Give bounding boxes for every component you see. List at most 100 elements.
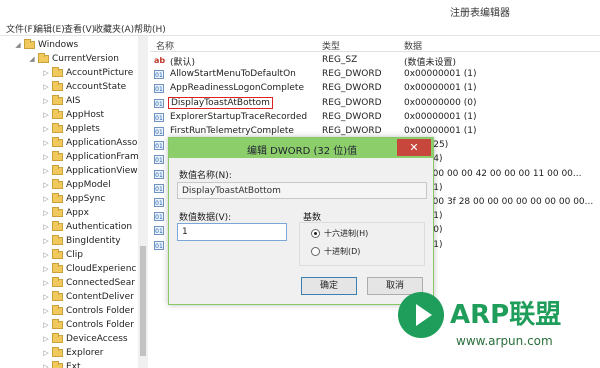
collapsed-arrow-icon[interactable]: ▷ xyxy=(42,265,50,273)
column-header-name[interactable]: 名称 xyxy=(156,39,174,52)
collapsed-arrow-icon[interactable]: ▷ xyxy=(42,69,50,77)
folder-icon xyxy=(52,291,63,301)
tree-item[interactable]: ▷ Applets xyxy=(42,122,100,136)
row-data: 0x00000001 (1) xyxy=(404,83,477,94)
tree-item-label: BingIdentity xyxy=(66,236,121,246)
collapsed-arrow-icon[interactable]: ▷ xyxy=(42,139,50,147)
list-row[interactable]: 01 AllowStartMenuToDefaultOn REG_DWORD 0x00… xyxy=(150,68,600,82)
radio-hex[interactable]: 十六进制(H) xyxy=(311,228,368,239)
ok-button[interactable]: 确定 xyxy=(301,277,357,295)
collapsed-arrow-icon[interactable]: ▷ xyxy=(42,251,50,259)
collapsed-arrow-icon[interactable]: ▷ xyxy=(42,167,50,175)
expanded-arrow-icon[interactable]: ◢ xyxy=(28,55,36,63)
collapsed-arrow-icon[interactable]: ▷ xyxy=(42,237,50,245)
collapsed-arrow-icon[interactable]: ▷ xyxy=(42,363,50,368)
registry-tree[interactable]: ◢ Windows ◢ CurrentVersion ▷ AccountPictu… xyxy=(0,36,148,368)
tree-item[interactable]: ▷ Controls Folder xyxy=(42,304,134,318)
folder-icon xyxy=(52,249,63,259)
dword-value-icon: 01 xyxy=(154,198,164,207)
tree-item-label: Authentication xyxy=(66,222,133,232)
tree-item[interactable]: ▷ BingIdentity xyxy=(42,234,121,248)
folder-icon xyxy=(52,333,63,343)
tree-item-label: DeviceAccess xyxy=(66,334,128,344)
collapsed-arrow-icon[interactable]: ▷ xyxy=(42,111,50,119)
collapsed-arrow-icon[interactable]: ▷ xyxy=(42,153,50,161)
folder-icon xyxy=(52,193,63,203)
tree-item[interactable]: ▷ AIS xyxy=(42,94,81,108)
tree-item[interactable]: ▷ ContentDeliver xyxy=(42,290,134,304)
collapsed-arrow-icon[interactable]: ▷ xyxy=(42,293,50,301)
close-button[interactable]: ✕ xyxy=(397,139,431,156)
collapsed-arrow-icon[interactable]: ▷ xyxy=(42,209,50,217)
collapsed-arrow-icon[interactable]: ▷ xyxy=(42,223,50,231)
column-header-data[interactable]: 数据 xyxy=(404,39,422,52)
radio-decimal[interactable]: 十进制(D) xyxy=(311,246,360,257)
tree-item[interactable]: ▷ CloudExperienc xyxy=(42,262,136,276)
column-header-type[interactable]: 类型 xyxy=(322,39,340,52)
tree-item[interactable]: ▷ Controls Folder xyxy=(42,318,134,332)
collapsed-arrow-icon[interactable]: ▷ xyxy=(42,307,50,315)
value-data-input[interactable]: 1 xyxy=(177,223,287,241)
tree-item[interactable]: ▷ Ext xyxy=(42,360,81,368)
dword-value-icon: 01 xyxy=(154,84,164,94)
tree-item[interactable]: ▷ Authentication xyxy=(42,220,132,234)
tree-item[interactable]: ▷ ApplicationFram xyxy=(42,150,139,164)
folder-icon xyxy=(52,165,63,175)
tree-item[interactable]: ▷ ApplicationAsso xyxy=(42,136,137,150)
list-row[interactable]: 01 ExplorerStartupTraceRecorded REG_DWORD 0… xyxy=(150,111,600,125)
row-data: 0x00000000 (0) xyxy=(404,97,477,108)
tree-item[interactable]: ▷ Appx xyxy=(42,206,89,220)
collapsed-arrow-icon[interactable]: ▷ xyxy=(42,321,50,329)
dword-value-icon: 01 xyxy=(154,183,164,193)
menu-view[interactable]: 查看(V) xyxy=(64,22,95,35)
value-name-field: DisplayToastAtBottom xyxy=(177,182,427,199)
collapsed-arrow-icon[interactable]: ▷ xyxy=(42,125,50,133)
radio-selected-icon[interactable] xyxy=(311,229,320,238)
expanded-arrow-icon[interactable]: ◢ xyxy=(14,41,22,49)
tree-item[interactable]: ▷ AppSync xyxy=(42,192,105,206)
tree-item[interactable]: ▷ AccountState xyxy=(42,80,126,94)
scrollbar-thumb[interactable] xyxy=(140,246,146,356)
menu-edit[interactable]: 编辑(E) xyxy=(34,22,65,35)
row-name: DisplayToastAtBottom xyxy=(168,96,273,109)
tree-item-currentversion[interactable]: ◢ CurrentVersion xyxy=(28,52,119,66)
collapsed-arrow-icon[interactable]: ▷ xyxy=(42,279,50,287)
tree-item[interactable]: ▷ ApplicationView xyxy=(42,164,138,178)
menu-file[interactable]: 文件(F) xyxy=(6,22,36,35)
tree-item-label: AppSync xyxy=(66,194,106,204)
tree-scrollbar[interactable] xyxy=(138,36,148,368)
list-row[interactable]: 01 AppReadinessLogonComplete REG_DWORD 0x00… xyxy=(150,82,600,96)
collapsed-arrow-icon[interactable]: ▷ xyxy=(42,335,50,343)
collapsed-arrow-icon[interactable]: ▷ xyxy=(42,349,50,357)
tree-item-windows[interactable]: ◢ Windows xyxy=(14,38,78,52)
tree-item[interactable]: ▷ AccountPicture xyxy=(42,66,133,80)
collapsed-arrow-icon[interactable]: ▷ xyxy=(42,83,50,91)
folder-icon xyxy=(52,277,63,287)
tree-item-label: ApplicationView xyxy=(66,166,138,176)
tree-item[interactable]: ▷ AppHost xyxy=(42,108,104,122)
radio-unselected-icon[interactable] xyxy=(311,247,320,256)
dword-value-icon: 01 xyxy=(154,141,164,151)
tree-item-label: Appx xyxy=(66,208,89,218)
tree-item-label: CurrentVersion xyxy=(52,54,119,64)
tree-item[interactable]: ▷ DeviceAccess xyxy=(42,332,128,346)
menu-favorites[interactable]: 收藏夹(A) xyxy=(94,22,134,35)
list-row[interactable]: ab (默认) REG_SZ (数值未设置) xyxy=(150,54,600,68)
radio-decimal-label: 十进制(D) xyxy=(324,247,361,256)
tree-item-label: ConnectedSear xyxy=(66,278,135,288)
folder-icon xyxy=(52,151,63,161)
tree-item-label: AIS xyxy=(66,96,81,106)
tree-item[interactable]: ▷ AppModel xyxy=(42,178,111,192)
list-row[interactable]: 01 DisplayToastAtBottom REG_DWORD 0x0000000… xyxy=(150,96,600,111)
collapsed-arrow-icon[interactable]: ▷ xyxy=(42,97,50,105)
collapsed-arrow-icon[interactable]: ▷ xyxy=(42,195,50,203)
value-name-label: 数值名称(N): xyxy=(179,171,232,181)
tree-item[interactable]: ▷ ConnectedSear xyxy=(42,276,135,290)
tree-item-label: Clip xyxy=(66,250,83,260)
tree-item-label: Controls Folder xyxy=(66,320,134,330)
tree-item[interactable]: ▷ Explorer xyxy=(42,346,103,360)
folder-icon xyxy=(52,179,63,189)
tree-item[interactable]: ▷ Clip xyxy=(42,248,83,262)
collapsed-arrow-icon[interactable]: ▷ xyxy=(42,181,50,189)
menu-help[interactable]: 帮助(H) xyxy=(134,22,166,35)
